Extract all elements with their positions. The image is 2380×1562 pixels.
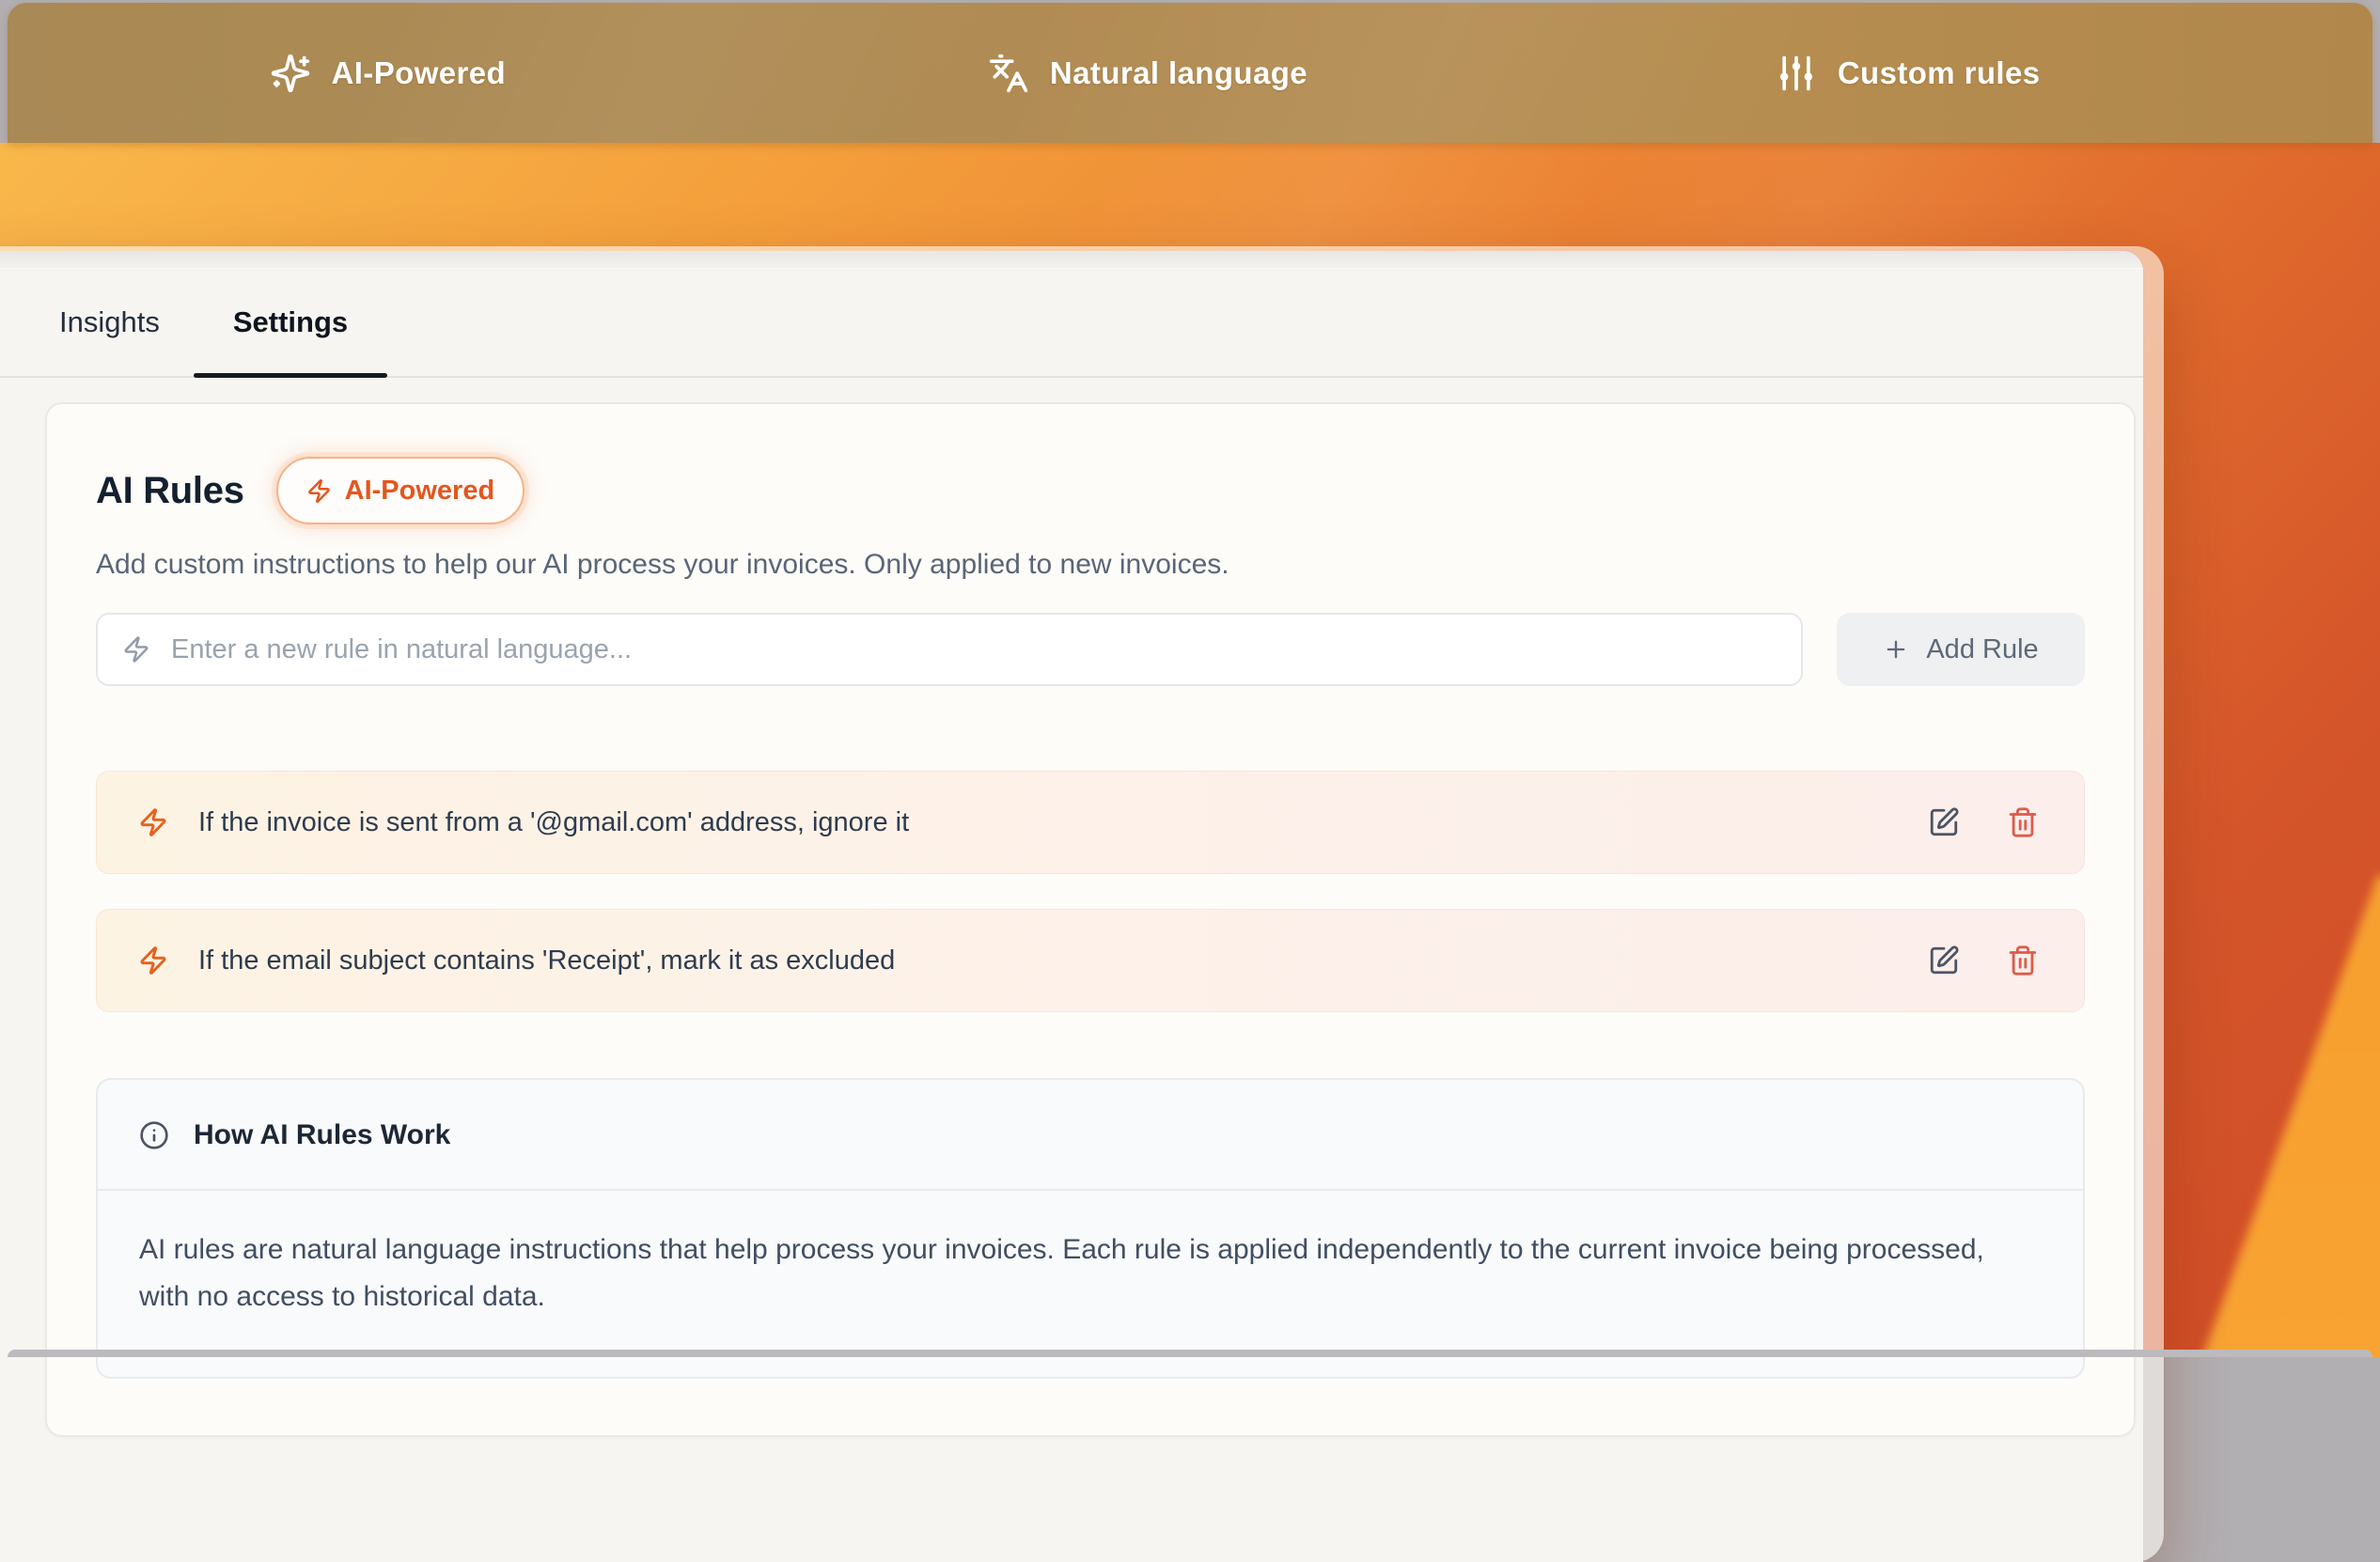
ai-rules-title: AI Rules <box>96 470 244 512</box>
ai-rules-description: Add custom instructions to help our AI p… <box>96 549 2085 581</box>
sparkles-icon <box>270 53 311 94</box>
sliders-icon <box>1776 53 1817 94</box>
new-rule-row: Add Rule <box>96 613 2085 686</box>
rule-actions <box>1928 806 2039 838</box>
rule-text: If the email subject contains 'Receipt',… <box>198 945 895 976</box>
ai-rules-header: AI Rules AI-Powered <box>96 457 2085 524</box>
edit-icon <box>1928 945 1960 976</box>
settings-content: AI Rules AI-Powered Add custom instructi… <box>0 378 2143 1437</box>
banner-label-ai-powered: AI-Powered <box>332 55 507 91</box>
trash-icon <box>2007 806 2039 838</box>
info-box-body: AI rules are natural language instructio… <box>98 1189 2083 1377</box>
bottom-edge-bar <box>8 1350 2372 1357</box>
app-window-inner: Insights Settings AI Rules AI-Powered <box>0 251 2143 1562</box>
banner-label-natural-language: Natural language <box>1050 55 1307 91</box>
info-box-title: How AI Rules Work <box>194 1119 450 1151</box>
new-rule-input[interactable] <box>169 633 1777 666</box>
zap-icon <box>138 945 168 976</box>
ai-powered-badge-label: AI-Powered <box>345 476 495 507</box>
edit-rule-button[interactable] <box>1928 806 1960 838</box>
rules-list: If the invoice is sent from a '@gmail.co… <box>96 771 2085 1012</box>
tab-settings-label: Settings <box>233 305 348 339</box>
edit-rule-button[interactable] <box>1928 945 1960 976</box>
ai-powered-badge: AI-Powered <box>276 457 525 524</box>
tab-settings[interactable]: Settings <box>194 269 387 376</box>
languages-icon <box>988 53 1029 94</box>
zap-icon <box>122 635 150 664</box>
app-window: Insights Settings AI Rules AI-Powered <box>0 246 2164 1562</box>
feature-banner: AI-Powered Natural language Custom rules <box>8 3 2372 143</box>
how-ai-rules-work-box: How AI Rules Work AI rules are natural l… <box>96 1078 2085 1379</box>
add-rule-button[interactable]: Add Rule <box>1837 613 2085 686</box>
delete-rule-button[interactable] <box>2007 945 2039 976</box>
window-titlebar <box>0 251 2143 269</box>
add-rule-button-label: Add Rule <box>1926 634 2038 665</box>
banner-item-custom-rules: Custom rules <box>1776 53 2041 94</box>
plus-icon <box>1883 636 1909 663</box>
tab-insights-label: Insights <box>59 305 160 339</box>
rule-text: If the invoice is sent from a '@gmail.co… <box>198 807 909 838</box>
banner-label-custom-rules: Custom rules <box>1838 55 2041 91</box>
trash-icon <box>2007 945 2039 976</box>
tab-insights[interactable]: Insights <box>59 269 194 376</box>
rule-row: If the invoice is sent from a '@gmail.co… <box>96 771 2085 874</box>
banner-item-natural-language: Natural language <box>988 53 1307 94</box>
banner-item-ai-powered: AI-Powered <box>270 53 507 94</box>
rule-row: If the email subject contains 'Receipt',… <box>96 909 2085 1012</box>
delete-rule-button[interactable] <box>2007 806 2039 838</box>
info-box-header: How AI Rules Work <box>98 1080 2083 1189</box>
edit-icon <box>1928 806 1960 838</box>
new-rule-input-wrapper <box>96 613 1803 686</box>
info-icon <box>139 1120 169 1150</box>
rule-actions <box>1928 945 2039 976</box>
tab-bar: Insights Settings <box>0 269 2143 378</box>
ai-rules-card: AI Rules AI-Powered Add custom instructi… <box>45 402 2136 1437</box>
zap-icon <box>138 807 168 837</box>
zap-icon <box>306 478 332 504</box>
